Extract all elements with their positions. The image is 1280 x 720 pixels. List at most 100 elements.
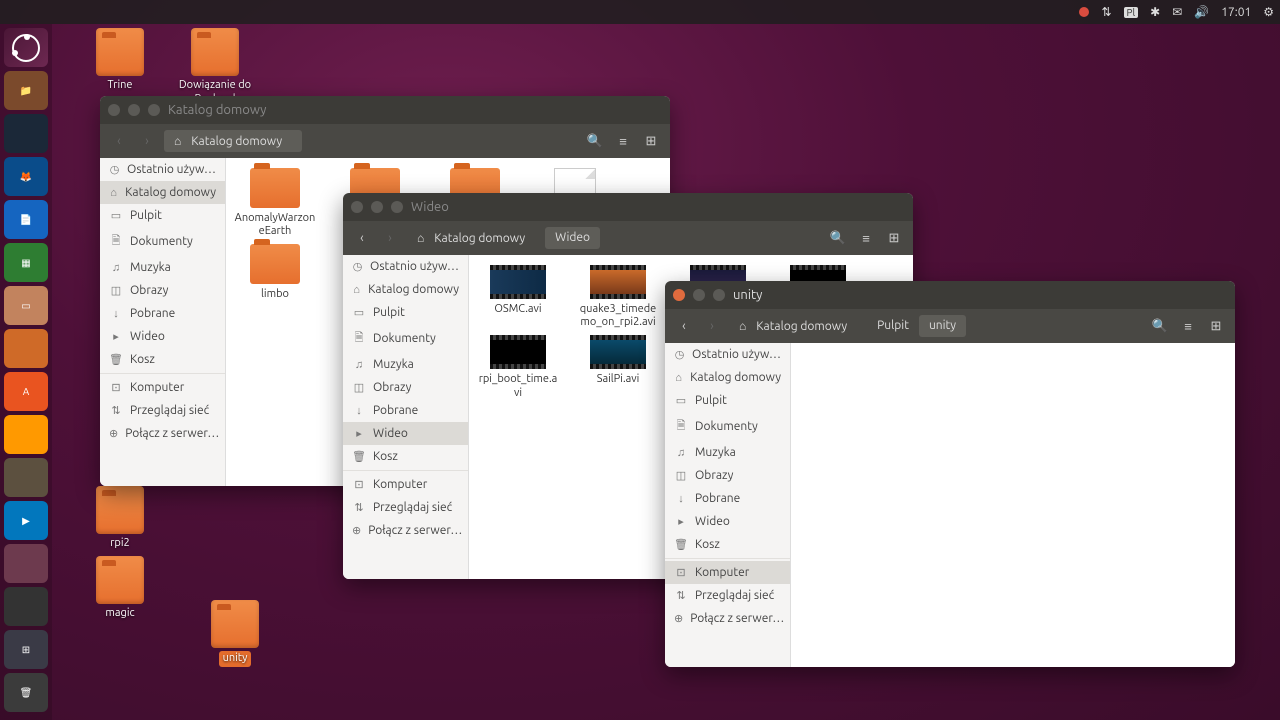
folder-item[interactable]: AnomalyWarzoneEarth (234, 168, 316, 238)
sidebar-item[interactable]: 🗎Dokumenty (343, 324, 468, 353)
breadcrumb[interactable]: ⌂Katalog domowyWideo (407, 227, 600, 249)
grid-view-icon[interactable]: ⊞ (1205, 315, 1227, 337)
app-icon-3[interactable] (4, 415, 48, 454)
sidebar-item[interactable]: ⇅Przeglądaj sieć (343, 496, 468, 519)
breadcrumb[interactable]: ⌂Katalog domowy Pulpit unity (729, 315, 966, 337)
list-view-icon[interactable]: ≡ (1177, 315, 1199, 337)
sidebar-item[interactable]: ⊕Połącz z serwer… (100, 422, 225, 445)
sidebar-item[interactable]: ⌂Katalog domowy (100, 181, 225, 204)
app-icon-5[interactable] (4, 587, 48, 626)
sidebar-item[interactable]: ◷Ostatnio używ… (343, 255, 468, 278)
sidebar-item[interactable]: ▭Pulpit (343, 301, 468, 324)
trash-icon[interactable]: 🗑 (4, 673, 48, 712)
impress-icon[interactable]: ▭ (4, 286, 48, 325)
dash-icon[interactable] (4, 28, 48, 67)
minimize-button[interactable] (128, 104, 140, 116)
desktop-icon-trine[interactable]: Trine (80, 28, 160, 93)
titlebar[interactable]: Wideo (343, 193, 913, 221)
session-indicator[interactable]: ⚙ (1263, 5, 1274, 19)
maximize-button[interactable] (391, 201, 403, 213)
files-icon[interactable]: 📁 (4, 71, 48, 110)
app-icon-4[interactable] (4, 544, 48, 583)
sidebar-item[interactable]: ♫Muzyka (100, 256, 225, 279)
sidebar-item[interactable]: ◫Obrazy (343, 376, 468, 399)
back-button[interactable]: ‹ (108, 130, 130, 152)
maximize-button[interactable] (148, 104, 160, 116)
sidebar-item[interactable]: ⌂Katalog domowy (665, 366, 790, 389)
record-indicator[interactable] (1079, 7, 1089, 17)
sidebar-item[interactable]: ⊕Połącz z serwer… (665, 607, 790, 630)
sidebar-item[interactable]: 🗎Dokumenty (665, 412, 790, 441)
sidebar-item[interactable]: 🗑Kosz (100, 348, 225, 371)
sidebar-item[interactable]: ▭Pulpit (665, 389, 790, 412)
sidebar-item[interactable]: ⊡Komputer (665, 561, 790, 584)
forward-button[interactable]: › (136, 130, 158, 152)
grid-view-icon[interactable]: ⊞ (883, 227, 905, 249)
sidebar-item[interactable]: ◫Obrazy (665, 464, 790, 487)
video-item[interactable]: SailPi.avi (577, 335, 659, 399)
sidebar-item[interactable]: ↓Pobrane (665, 487, 790, 510)
forward-button[interactable]: › (701, 315, 723, 337)
sidebar-item[interactable]: ◫Obrazy (100, 279, 225, 302)
video-item[interactable]: OSMC.avi (477, 265, 559, 329)
sidebar-item[interactable]: ▭Pulpit (100, 204, 225, 227)
app-icon-2[interactable] (4, 329, 48, 368)
titlebar[interactable]: Katalog domowy (100, 96, 670, 124)
sidebar-item[interactable]: ↓Pobrane (343, 399, 468, 422)
desktop-icon-rochard[interactable]: Dowiązanie do Rochard (175, 28, 255, 107)
video-item[interactable]: rpi_boot_time.avi (477, 335, 559, 399)
network-indicator[interactable]: ⇅ (1101, 5, 1111, 19)
close-button[interactable] (108, 104, 120, 116)
search-icon[interactable]: 🔍 (1149, 315, 1171, 337)
media-player-icon[interactable]: ▶ (4, 501, 48, 540)
video-item[interactable]: quake3_timedemo_on_rpi2.avi (577, 265, 659, 329)
workspace-switcher-icon[interactable]: ⊞ (4, 630, 48, 669)
calc-icon[interactable]: ▦ (4, 243, 48, 282)
software-center-icon[interactable]: A (4, 372, 48, 411)
sidebar-item[interactable]: ♫Muzyka (665, 441, 790, 464)
sidebar-item[interactable]: ◷Ostatnio używ… (100, 158, 225, 181)
mail-indicator[interactable]: ✉ (1172, 5, 1182, 19)
search-icon[interactable]: 🔍 (584, 130, 606, 152)
sidebar-item[interactable]: ♫Muzyka (343, 353, 468, 376)
sidebar-item[interactable]: 🗑Kosz (665, 533, 790, 556)
list-view-icon[interactable]: ≡ (612, 130, 634, 152)
forward-button[interactable]: › (379, 227, 401, 249)
search-icon[interactable]: 🔍 (827, 227, 849, 249)
sidebar-item[interactable]: ▸Wideo (665, 510, 790, 533)
clock[interactable]: 17:01 (1221, 6, 1251, 19)
sidebar-item[interactable]: ↓Pobrane (100, 302, 225, 325)
sidebar-item[interactable]: ⊡Komputer (343, 473, 468, 496)
sidebar-item[interactable]: ⇅Przeglądaj sieć (665, 584, 790, 607)
breadcrumb[interactable]: ⌂Katalog domowy (164, 130, 302, 152)
writer-icon[interactable]: 📄 (4, 200, 48, 239)
back-button[interactable]: ‹ (673, 315, 695, 337)
gimp-icon[interactable] (4, 458, 48, 497)
sidebar-item[interactable]: ▸Wideo (100, 325, 225, 348)
maximize-button[interactable] (713, 289, 725, 301)
sidebar-item[interactable]: ⊕Połącz z serwer… (343, 519, 468, 542)
sidebar-item[interactable]: ⌂Katalog domowy (343, 278, 468, 301)
grid-view-icon[interactable]: ⊞ (640, 130, 662, 152)
desktop-icon-unity[interactable]: unity (195, 600, 275, 667)
keyboard-layout[interactable]: Pl (1124, 7, 1139, 18)
sidebar-item[interactable]: ◷Ostatnio używ… (665, 343, 790, 366)
sidebar-item[interactable]: 🗎Dokumenty (100, 227, 225, 256)
close-button[interactable] (351, 201, 363, 213)
content-area[interactable] (791, 343, 1235, 667)
file-window-unity[interactable]: unity ‹ › ⌂Katalog domowy Pulpit unity 🔍… (665, 281, 1235, 667)
sidebar-item[interactable]: ⊡Komputer (100, 376, 225, 399)
back-button[interactable]: ‹ (351, 227, 373, 249)
close-button[interactable] (673, 289, 685, 301)
sidebar-item[interactable]: ⇅Przeglądaj sieć (100, 399, 225, 422)
titlebar[interactable]: unity (665, 281, 1235, 309)
sidebar-item[interactable]: ▸Wideo (343, 422, 468, 445)
sound-indicator[interactable]: 🔊 (1194, 5, 1209, 19)
folder-item[interactable]: limbo (234, 244, 316, 301)
list-view-icon[interactable]: ≡ (855, 227, 877, 249)
sidebar-item[interactable]: 🗑Kosz (343, 445, 468, 468)
minimize-button[interactable] (693, 289, 705, 301)
desktop-icon-rpi2[interactable]: rpi2 (80, 486, 160, 551)
desktop-icon-magic[interactable]: magic (80, 556, 160, 621)
app-icon-1[interactable] (4, 114, 48, 153)
